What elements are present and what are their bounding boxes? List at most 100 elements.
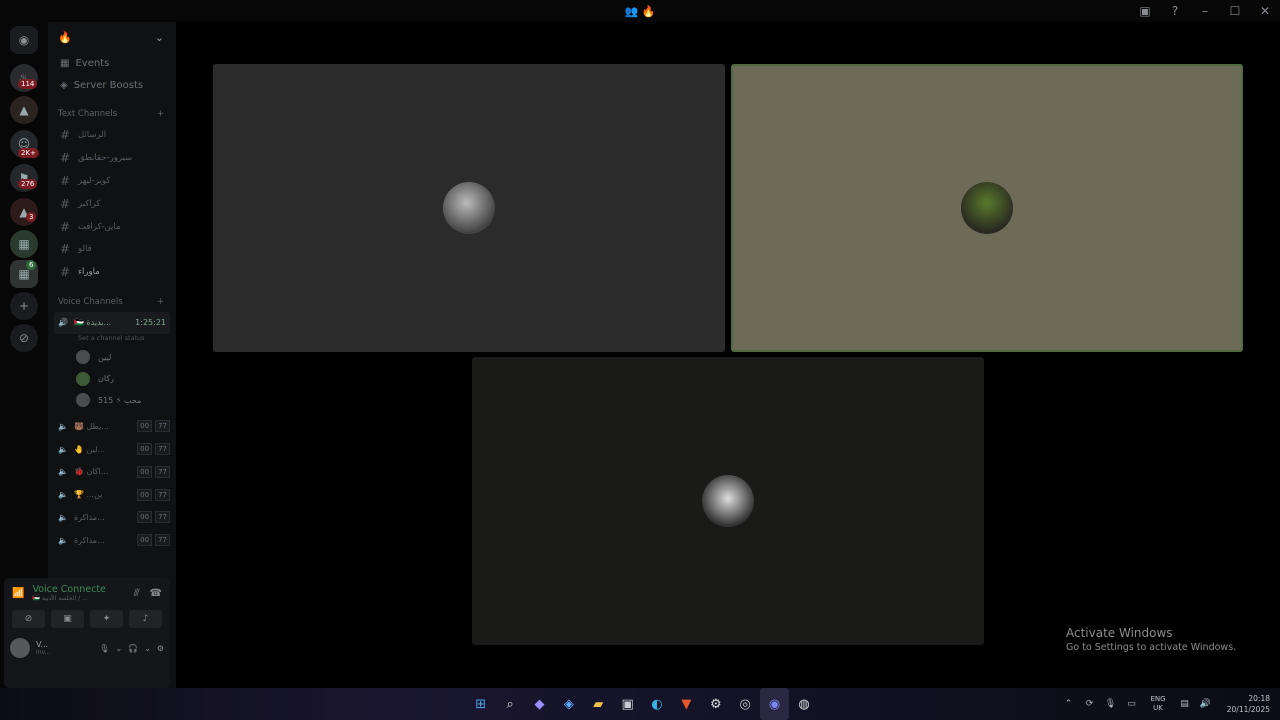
- microphone-icon[interactable]: 🎙: [99, 644, 109, 653]
- store-icon[interactable]: ▣: [613, 688, 642, 720]
- avatar[interactable]: [10, 638, 30, 658]
- user-count: 00: [137, 511, 153, 524]
- chevron-down-icon[interactable]: ⌄: [144, 644, 151, 653]
- close-button[interactable]: ✕: [1250, 0, 1280, 22]
- voice-channel[interactable]: 🔈 مذاكرة... 00 77: [48, 529, 176, 552]
- headphones-icon[interactable]: 🎧: [128, 644, 138, 653]
- user-count: 00: [137, 443, 153, 456]
- disconnect-icon[interactable]: ☎: [150, 588, 162, 599]
- voice-member[interactable]: ليين: [48, 346, 176, 368]
- server-name: 🔥: [58, 30, 72, 44]
- chevron-down-icon: ⌄: [154, 30, 164, 44]
- server-icon-2[interactable]: ▲: [10, 96, 38, 124]
- discord-home-icon[interactable]: ◉: [10, 26, 38, 54]
- minimize-button[interactable]: –: [1190, 0, 1220, 22]
- unread-badge: 114: [18, 79, 38, 89]
- steam-icon[interactable]: ◎: [731, 688, 760, 720]
- settings-icon[interactable]: ⚙: [701, 688, 730, 720]
- channel-name: قالو: [78, 244, 92, 255]
- hash-icon: #: [60, 196, 71, 211]
- search-icon[interactable]: ⌕: [495, 688, 524, 720]
- channel-name: ماين-كرافت: [78, 221, 121, 232]
- voice-channels-category[interactable]: Voice Channels +: [48, 292, 176, 312]
- voice-member[interactable]: محب ⚡ 515: [48, 389, 176, 411]
- sync-icon[interactable]: ⟳: [1079, 688, 1100, 720]
- signal-icon[interactable]: 📶: [12, 588, 24, 599]
- voice-member[interactable]: ركان: [48, 368, 176, 390]
- add-server-icon[interactable]: +: [10, 292, 38, 320]
- noise-suppression-icon[interactable]: ⫻: [134, 588, 140, 599]
- volume-icon[interactable]: 🔊: [1195, 688, 1216, 720]
- voice-timer: 1:25:21: [135, 318, 166, 328]
- settings-gear-icon[interactable]: ⚙: [157, 644, 164, 653]
- camera-button[interactable]: ⊘: [12, 610, 45, 628]
- maximize-button[interactable]: ☐: [1220, 0, 1250, 22]
- microphone-icon[interactable]: 🎙: [1100, 688, 1121, 720]
- discover-icon[interactable]: ⊘: [10, 324, 38, 352]
- participant-tile[interactable]: [213, 64, 725, 352]
- start-button[interactable]: ⊞: [466, 688, 495, 720]
- discord-taskbar-icon[interactable]: ◉: [759, 688, 790, 720]
- current-voice-channel[interactable]: 🔊 🇵🇸 بديدة... 1:25:21: [54, 311, 170, 335]
- language-indicator[interactable]: ENG UK: [1142, 695, 1174, 713]
- game-app-icon[interactable]: ◆: [525, 688, 554, 720]
- inbox-icon[interactable]: ▣: [1130, 0, 1160, 22]
- text-channel[interactable]: # سيرور-حقانطق: [48, 147, 176, 170]
- speaker-icon: 🔊: [58, 318, 68, 328]
- channel-name: الرسائل: [78, 130, 107, 141]
- copilot-icon[interactable]: ◈: [554, 688, 583, 720]
- text-channel[interactable]: # الرسائل: [48, 124, 176, 147]
- text-channel[interactable]: # كويز-ليهز: [48, 170, 176, 193]
- activities-button[interactable]: ✦: [90, 610, 123, 628]
- activate-title: Activate Windows: [1066, 626, 1173, 640]
- soundboard-button[interactable]: ♪: [129, 610, 162, 628]
- user-name: V...: [36, 640, 49, 649]
- chevron-down-icon[interactable]: ⌄: [115, 644, 122, 653]
- avatar: [76, 350, 90, 365]
- voice-channel[interactable]: 🔈 مذاكرة... 00 77: [48, 506, 176, 529]
- text-channel[interactable]: # ماوراء: [48, 261, 176, 284]
- user-count: 00: [137, 534, 153, 547]
- category-label: Voice Channels: [58, 296, 123, 307]
- add-channel-icon[interactable]: +: [157, 297, 164, 307]
- chevron-up-icon[interactable]: ⌃: [1058, 688, 1079, 720]
- nav-label: Server Boosts: [73, 79, 144, 91]
- screen-share-button[interactable]: ▣: [51, 610, 84, 628]
- brave-browser-icon[interactable]: ▼: [672, 688, 701, 720]
- edge-browser-icon[interactable]: ◐: [642, 688, 671, 720]
- network-icon[interactable]: ▤: [1174, 688, 1195, 720]
- help-icon[interactable]: ?: [1160, 0, 1190, 22]
- text-channel[interactable]: # كراكبر: [48, 192, 176, 215]
- voice-status-channel[interactable]: 🇵🇸 الجلسة الأدبية / ...: [32, 595, 105, 602]
- clock[interactable]: 20:18 20/11/2025: [1216, 693, 1280, 715]
- server-header[interactable]: 🔥 ⌄: [48, 22, 176, 52]
- windows-taskbar: ⊞ ⌕ ◆ ◈ ▰ ▣ ◐ ▼ ⚙ ◎ ◉ ◍ ⌃ ⟳ 🎙 ▭ ENG UK ▤…: [0, 688, 1280, 720]
- channel-name: مذاكرة...: [73, 535, 105, 545]
- voice-channel[interactable]: 🔈 🐞 اكان... 00 77: [48, 460, 176, 483]
- user-limit: 77: [155, 420, 170, 433]
- user-count: 00: [137, 420, 153, 433]
- participant-tile[interactable]: [472, 357, 984, 645]
- add-channel-icon[interactable]: +: [157, 109, 164, 119]
- text-channel[interactable]: # قالو: [48, 238, 176, 261]
- window-title: 👥 🔥: [624, 4, 656, 18]
- hash-icon: #: [60, 128, 71, 143]
- participant-avatar: [961, 182, 1013, 234]
- voice-channel[interactable]: 🔈 🐻 يطل... 00 77: [48, 415, 176, 438]
- channel-name: سيرور-حقانطق: [78, 153, 133, 164]
- channel-status[interactable]: Set a channel status: [48, 334, 176, 346]
- nav-events[interactable]: ▦ Events: [48, 52, 176, 74]
- text-channels-category[interactable]: Text Channels +: [48, 104, 176, 124]
- obs-icon[interactable]: ◍: [789, 688, 818, 720]
- file-explorer-icon[interactable]: ▰: [584, 688, 613, 720]
- activate-windows-watermark: Activate Windows Go to Settings to activ…: [1066, 626, 1236, 653]
- voice-connection-panel: 📶 Voice Connecte 🇵🇸 الجلسة الأدبية / ...…: [4, 578, 170, 688]
- participant-tile-speaking[interactable]: [731, 64, 1243, 352]
- keyboard-icon[interactable]: ▭: [1121, 688, 1142, 720]
- server-icon-6[interactable]: ▦: [10, 230, 38, 258]
- voice-channel[interactable]: 🔈 🤚 لين... 00 77: [48, 438, 176, 461]
- text-channel[interactable]: # ماين-كرافت: [48, 215, 176, 238]
- member-name: محب ⚡ 515: [98, 395, 142, 405]
- nav-server-boosts[interactable]: ◈ Server Boosts: [48, 74, 176, 96]
- voice-channel[interactable]: 🔈 🏆 ...ين 00 77: [48, 483, 176, 506]
